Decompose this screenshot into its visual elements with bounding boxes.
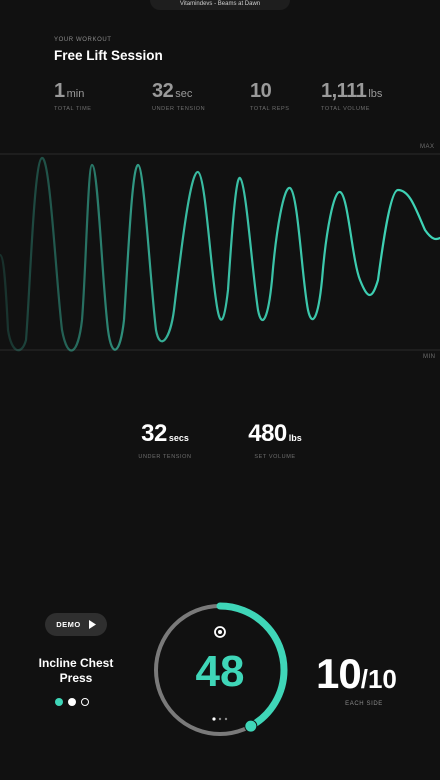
stat-unit: secs (168, 433, 189, 443)
target-icon-center (218, 630, 222, 634)
reps-done: 10 (316, 650, 362, 697)
page-dot-3 (224, 717, 228, 721)
workout-eyebrow: YOUR WORKOUT (54, 37, 112, 43)
ring-handle (244, 719, 258, 733)
set-dot-3 (81, 698, 89, 706)
stat-unit: lbs (288, 433, 302, 443)
stat-label: TOTAL VOLUME (321, 106, 370, 112)
ring-value: 48 (196, 647, 245, 696)
reps-total: /10 (360, 664, 397, 694)
stat-value: 1,111 (321, 80, 367, 102)
demo-button[interactable]: DEMO (45, 613, 107, 636)
stat-unit: sec (175, 88, 193, 100)
stat-value: 32 (141, 420, 167, 447)
workout-title: Free Lift Session (54, 48, 163, 63)
now-playing-text: Vitamindevs - Beams at Dawn (179, 1, 261, 7)
set-indicator (55, 698, 89, 706)
set-volume-stat: 480 lbs SET VOLUME (238, 420, 312, 460)
rep-counter: 10/10 (316, 650, 397, 698)
mode-label: EACH SIDE (345, 701, 383, 707)
stat-label: TOTAL TIME (54, 106, 92, 112)
page-dot-1 (212, 717, 216, 721)
set-dot-1 (55, 698, 63, 706)
page-dot-2 (218, 717, 222, 721)
exercise-name: Incline Chest Press (38, 656, 114, 685)
stat-label: UNDER TENSION (152, 106, 206, 112)
now-playing-bar[interactable]: Vitamindevs - Beams at Dawn (150, 0, 290, 10)
stat-total-reps: 10 TOTAL REPS (250, 80, 290, 112)
set-dot-2 (68, 698, 76, 706)
stat-label: UNDER TENSION (138, 454, 192, 460)
stat-total-time: 1 min TOTAL TIME (54, 80, 92, 112)
demo-label: DEMO (56, 620, 81, 629)
stat-label: TOTAL REPS (250, 106, 290, 112)
stat-value: 480 (248, 420, 287, 447)
play-icon (88, 620, 96, 629)
stat-unit: lbs (368, 88, 383, 100)
stat-value: 10 (250, 80, 272, 102)
stat-value: 1 (54, 80, 65, 102)
stat-unit: min (66, 88, 85, 100)
stat-under-tension: 32 sec UNDER TENSION (152, 80, 205, 112)
stat-total-volume: 1,111 lbs TOTAL VOLUME (321, 80, 382, 112)
stat-label: SET VOLUME (254, 454, 296, 460)
rep-wave-line (0, 156, 440, 352)
rep-waveform-chart (0, 153, 440, 352)
set-tension-stat: 32 secs UNDER TENSION (132, 420, 198, 460)
rep-progress-ring: 48 (152, 602, 288, 738)
stat-value: 32 (152, 80, 174, 102)
